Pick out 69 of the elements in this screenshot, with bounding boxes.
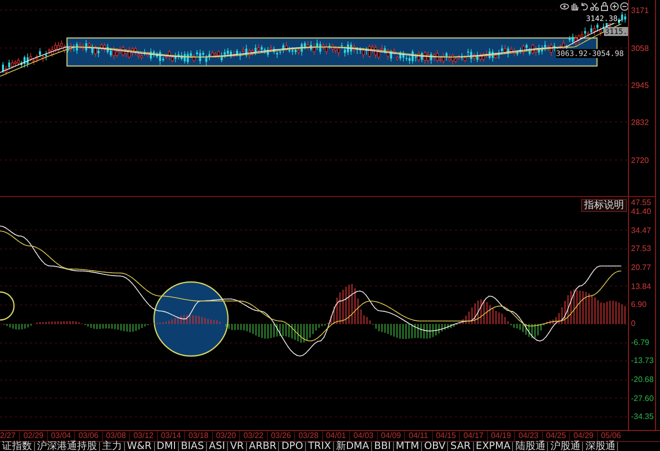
date-label: 04/29 [569, 431, 597, 441]
axis-label: 0 [631, 318, 636, 328]
indicator-tab[interactable]: BBI [372, 442, 394, 451]
indicator-tab[interactable]: 证指数 [0, 442, 35, 451]
axis-label: 6.90 [631, 300, 647, 310]
indicator-tab[interactable]: MTM [394, 442, 422, 451]
date-label: 04/01 [322, 431, 350, 441]
lock-icon[interactable] [600, 2, 609, 11]
date-label: 03/20 [212, 431, 240, 441]
undo-icon[interactable] [580, 2, 589, 11]
date-label: 04/09 [376, 431, 404, 441]
indicator-tab[interactable]: OBV [422, 442, 448, 451]
date-label: 03/12 [129, 431, 157, 441]
date-label: 03/14 [156, 431, 184, 441]
zoom-out-icon[interactable] [620, 2, 629, 11]
hand-icon[interactable] [570, 2, 579, 11]
indicator-tab[interactable]: TRIX [306, 442, 334, 451]
axis-label: 2720 [631, 156, 649, 164]
axis-label: 27.53 [631, 244, 652, 254]
date-label: 03/06 [74, 431, 102, 441]
axis-label: -27.60 [631, 394, 654, 402]
date-label: 04/19 [486, 431, 514, 441]
axis-label: -20.68 [631, 374, 654, 384]
date-label: 04/17 [459, 431, 487, 441]
indicator-help-button[interactable]: 指标说明 [581, 199, 627, 212]
indicator-tab[interactable]: W&R [125, 442, 155, 451]
indicator-tab[interactable]: BIAS [178, 442, 207, 451]
eye-icon[interactable] [560, 2, 569, 11]
axis-label: 13.84 [631, 282, 652, 291]
indicator-tab[interactable]: VR [228, 442, 247, 451]
date-label: 04/03 [349, 431, 377, 441]
indicator-tab[interactable]: 沪股通 [548, 442, 584, 451]
indicator-tab[interactable]: 沪深港通持股 [35, 442, 100, 451]
date-label: 03/26 [266, 431, 294, 441]
axis-label: 2832 [631, 118, 649, 126]
date-label: 04/11 [404, 431, 432, 441]
indicator-tab[interactable]: ARBR [246, 442, 280, 451]
indicator-tab[interactable]: 深股通 [583, 442, 618, 451]
date-label: 05/06 [596, 431, 624, 441]
date-label: 03/18 [184, 431, 212, 441]
indicator-tab[interactable]: 陆股通 [513, 442, 548, 451]
indicator-tab[interactable]: EXPMA [474, 442, 514, 451]
axis-label: -34.35 [631, 412, 654, 422]
axis-label: 20.77 [631, 262, 652, 272]
zoom-in-icon[interactable] [610, 2, 619, 11]
indicator-tab[interactable]: 主力 [100, 442, 125, 451]
date-label: 02/29 [19, 431, 47, 441]
axis-label: -13.73 [631, 356, 654, 366]
date-label: 03/04 [46, 431, 74, 441]
axis-label: 41.40 [631, 207, 652, 216]
date-label: 03/28 [294, 431, 322, 441]
date-label: 04/25 [542, 431, 570, 441]
indicator-tab[interactable]: ASI [206, 442, 228, 451]
axis-label: 2945 [631, 80, 649, 90]
indicator-tab[interactable]: DMI [154, 442, 179, 451]
date-label: 03/22 [239, 431, 267, 441]
indicator-tab[interactable]: DPO [279, 442, 306, 451]
axis-label: -6.79 [631, 338, 650, 347]
date-label: 03/08 [102, 431, 130, 441]
axis-label: 47.55 [631, 198, 652, 206]
date-label: 04/23 [514, 431, 542, 441]
axis-label: 3058 [631, 44, 649, 52]
scissors-icon[interactable] [590, 2, 599, 11]
axis-label: 3171 [631, 6, 649, 14]
axis-label: 34.47 [631, 226, 652, 235]
indicator-tab[interactable]: 新DMA [334, 442, 372, 451]
date-label: 2/27 [0, 431, 17, 440]
indicator-tab[interactable]: SAR [448, 442, 474, 451]
date-label: 04/15 [432, 431, 460, 441]
